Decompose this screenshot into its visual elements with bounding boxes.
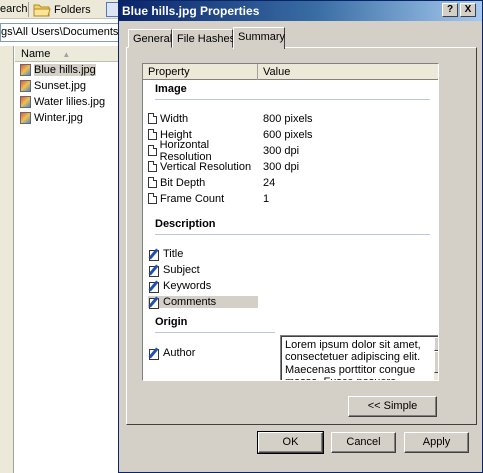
cancel-button[interactable]: Cancel	[331, 432, 396, 453]
property-value: 600 pixels	[263, 128, 313, 141]
property-value: 300 dpi	[263, 160, 300, 173]
property-row[interactable]: Keywords	[148, 278, 438, 293]
document-icon	[148, 193, 157, 204]
properties-list: Property Value Image Width 800 pixels He…	[142, 63, 439, 381]
property-row[interactable]: Bit Depth 24	[148, 175, 438, 190]
file-name: Sunset.jpg	[34, 80, 86, 92]
group-divider	[155, 234, 430, 235]
name-column-header[interactable]: Name ▲	[15, 46, 120, 62]
property-name: Title	[163, 247, 184, 260]
name-column-label: Name	[21, 48, 51, 60]
property-row[interactable]: Width 800 pixels	[148, 111, 438, 126]
editable-property-icon	[148, 248, 160, 261]
property-value: 24	[263, 176, 276, 189]
tab-file-hashes[interactable]: File Hashes	[172, 29, 235, 48]
scroll-thumb[interactable]	[434, 351, 438, 373]
list-header: Property Value	[143, 64, 438, 80]
dialog-titlebar[interactable]: Blue hills.jpg Properties ? X	[119, 1, 482, 21]
comments-text: Lorem ipsum dolor sit amet, consectetuer…	[285, 339, 421, 380]
jpg-file-icon	[20, 80, 31, 92]
property-row[interactable]: Vertical Resolution 300 dpi	[148, 159, 438, 174]
property-column-header[interactable]: Property	[143, 64, 258, 80]
property-name: Comments	[163, 295, 217, 308]
editable-property-icon	[148, 296, 160, 309]
document-icon	[148, 113, 157, 124]
file-item[interactable]: Blue hills.jpg	[18, 62, 120, 78]
tab-summary[interactable]: Summary	[233, 27, 285, 49]
jpg-file-icon	[20, 96, 31, 108]
address-bar[interactable]: gs\All Users\Documents\My	[0, 23, 120, 42]
help-button[interactable]: ?	[442, 3, 458, 17]
summary-tab-panel: Property Value Image Width 800 pixels He…	[126, 47, 477, 425]
property-name: Keywords	[163, 279, 212, 292]
property-row[interactable]: Horizontal Resolution 300 dpi	[148, 139, 438, 163]
document-icon	[148, 161, 157, 172]
property-name: Frame Count	[160, 192, 225, 205]
properties-dialog: Blue hills.jpg Properties ? X Property V…	[118, 0, 483, 473]
comments-scrollbar[interactable]: ▲ ▼	[434, 337, 438, 380]
property-value: 300 dpi	[263, 144, 300, 157]
editable-property-icon	[148, 264, 160, 277]
jpg-file-icon	[20, 112, 31, 124]
file-item[interactable]: Water lilies.jpg	[18, 94, 120, 110]
search-button[interactable]: earch	[0, 3, 28, 15]
file-name: Blue hills.jpg	[34, 64, 96, 76]
value-column-header[interactable]: Value	[258, 64, 438, 80]
document-icon	[148, 177, 157, 188]
property-name: Author	[163, 346, 196, 359]
group-divider	[155, 332, 275, 333]
folders-button[interactable]: Folders	[33, 1, 91, 18]
explorer-toolbar: earch Folders	[0, 0, 120, 19]
scroll-up-icon[interactable]: ▲	[434, 337, 438, 351]
document-icon	[148, 145, 157, 156]
folder-pane-edge	[0, 46, 14, 473]
folder-icon	[33, 4, 51, 17]
property-row-selected[interactable]: Comments	[148, 294, 438, 309]
group-divider	[155, 99, 430, 100]
group-description: Description	[155, 218, 216, 230]
property-row[interactable]: Frame Count 1	[148, 191, 438, 206]
tab-general[interactable]: General	[128, 29, 172, 48]
file-name: Winter.jpg	[34, 112, 83, 124]
group-origin: Origin	[155, 316, 188, 328]
ok-button[interactable]: OK	[257, 431, 324, 454]
file-name: Water lilies.jpg	[34, 96, 106, 108]
property-row[interactable]: Title	[148, 246, 438, 261]
property-name: Subject	[163, 263, 200, 276]
comments-textarea[interactable]: Lorem ipsum dolor sit amet, consectetuer…	[280, 335, 438, 380]
property-value: 1	[263, 192, 270, 205]
property-name: Vertical Resolution	[160, 160, 252, 173]
simple-view-button[interactable]: << Simple	[348, 396, 437, 417]
file-item[interactable]: Sunset.jpg	[18, 78, 120, 94]
jpg-file-icon	[20, 64, 31, 76]
dialog-title: Blue hills.jpg Properties	[122, 4, 260, 18]
property-value: 800 pixels	[263, 112, 313, 125]
property-name: Width	[160, 112, 189, 125]
group-image: Image	[155, 83, 187, 95]
file-item[interactable]: Winter.jpg	[18, 110, 120, 126]
editable-property-icon	[148, 280, 160, 293]
sort-ascending-icon: ▲	[62, 49, 71, 59]
editable-property-icon	[148, 347, 160, 360]
property-row[interactable]: Subject	[148, 262, 438, 277]
file-list: Blue hills.jpg Sunset.jpg Water lilies.j…	[18, 62, 120, 126]
property-name: Bit Depth	[160, 176, 206, 189]
folders-label: Folders	[54, 3, 91, 16]
close-button[interactable]: X	[460, 3, 476, 17]
toolbar-separator	[28, 2, 29, 17]
apply-button[interactable]: Apply	[404, 432, 469, 453]
